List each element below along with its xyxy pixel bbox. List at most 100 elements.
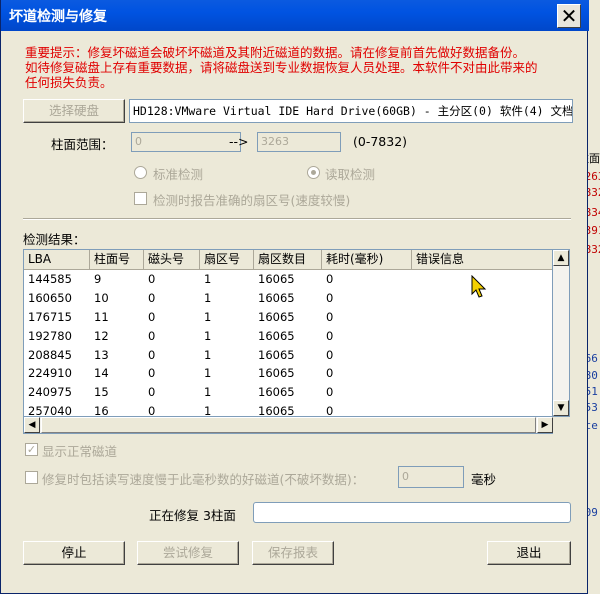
bad-sector-dialog: 坏道检测与修复 ✕ 重要提示：修复坏磁道会破坏坏磁道及其附近磁道的数据。请在修复… bbox=[0, 0, 589, 594]
horizontal-scroll-thumb[interactable] bbox=[41, 417, 536, 433]
table-cell: 0 bbox=[326, 272, 334, 286]
retry-repair-button[interactable]: 尝试修复 bbox=[137, 541, 239, 565]
table-cell: 1 bbox=[204, 385, 212, 400]
mouse-cursor-icon bbox=[471, 275, 487, 298]
table-cell: 1 bbox=[204, 290, 212, 305]
table-cell: 16065 bbox=[258, 404, 295, 417]
report-sector-label: 检测时报告准确的扇区号(速度较慢) bbox=[153, 193, 351, 208]
table-cell bbox=[412, 383, 552, 402]
table-cell: 0 bbox=[148, 309, 156, 324]
disk-info-field: HD128:VMware Virtual IDE Hard Drive(60GB… bbox=[129, 99, 573, 123]
table-row[interactable]: 192780 12 0 1 16065 0 bbox=[24, 327, 552, 346]
col-lba[interactable]: LBA bbox=[24, 250, 90, 270]
table-cell: 11 bbox=[94, 309, 109, 324]
table-cell: 16065 bbox=[258, 272, 295, 286]
report-sector-checkbox[interactable] bbox=[134, 192, 147, 205]
table-cell: 0 bbox=[326, 309, 334, 324]
window-title: 坏道检测与修复 bbox=[9, 9, 107, 25]
table-cell: 16065 bbox=[258, 328, 295, 343]
divider bbox=[23, 218, 571, 220]
table-cell: 0 bbox=[148, 404, 156, 417]
range-hint: (0-7832) bbox=[353, 134, 408, 149]
standard-check-label: 标准检测 bbox=[153, 167, 204, 182]
table-cell: 1 bbox=[204, 309, 212, 324]
show-normal-checkbox[interactable]: ✓ bbox=[25, 443, 38, 456]
save-report-button[interactable]: 保存报表 bbox=[252, 541, 334, 565]
table-row[interactable]: 240975 15 0 1 16065 0 bbox=[24, 383, 552, 402]
table-row[interactable]: 176715 11 0 1 16065 0 bbox=[24, 308, 552, 327]
stop-button[interactable]: 停止 bbox=[23, 541, 125, 565]
table-cell: 10 bbox=[94, 290, 109, 305]
table-cell: 0 bbox=[326, 347, 334, 362]
table-cell: 1 bbox=[204, 328, 212, 343]
repair-slow-label: 修复时包括读写速度慢于此毫秒数的好磁道(不破坏数据)： bbox=[42, 472, 365, 487]
table-cell: 16 bbox=[94, 404, 109, 417]
table-row[interactable]: 224910 14 0 1 16065 0 bbox=[24, 364, 552, 383]
table-cell: 0 bbox=[326, 366, 334, 381]
scroll-up-icon[interactable]: ▲ bbox=[553, 250, 569, 266]
range-to-input[interactable]: 3263 bbox=[257, 132, 341, 152]
table-row[interactable]: 257040 16 0 1 16065 0 bbox=[24, 402, 552, 417]
col-cylinder[interactable]: 柱面号 bbox=[90, 250, 144, 270]
vertical-scrollbar[interactable]: ▲ ▼ bbox=[553, 249, 570, 417]
warning-line-3: 任何损失负责。 bbox=[25, 75, 113, 90]
table-cell: 16065 bbox=[258, 385, 295, 400]
table-cell bbox=[412, 402, 552, 416]
table-cell: 224910 bbox=[28, 366, 72, 381]
table-cell bbox=[412, 346, 552, 365]
scroll-right-icon[interactable]: ▶ bbox=[537, 417, 553, 433]
scroll-down-icon[interactable]: ▼ bbox=[553, 400, 569, 416]
table-cell: 16065 bbox=[258, 366, 295, 381]
table-cell: 0 bbox=[148, 290, 156, 305]
close-icon: ✕ bbox=[560, 4, 578, 28]
table-cell: 1 bbox=[204, 366, 212, 381]
range-label: 柱面范围： bbox=[51, 137, 114, 152]
table-cell bbox=[412, 327, 552, 346]
ms-threshold-input[interactable]: 0 bbox=[398, 466, 464, 488]
table-cell: 14 bbox=[94, 366, 109, 381]
table-cell: 0 bbox=[326, 404, 334, 417]
table-cell: 176715 bbox=[28, 309, 72, 324]
table-cell bbox=[412, 308, 552, 327]
horizontal-scrollbar[interactable]: ◀ ▶ bbox=[23, 417, 553, 434]
table-cell: 9 bbox=[94, 272, 102, 286]
table-cell: 0 bbox=[148, 385, 156, 400]
show-normal-label: 显示正常磁道 bbox=[42, 444, 118, 459]
exit-button[interactable]: 退出 bbox=[487, 541, 571, 565]
table-cell: 1 bbox=[204, 404, 212, 417]
select-disk-button[interactable]: 选择硬盘 bbox=[23, 99, 125, 123]
range-from-input[interactable]: 0 bbox=[131, 132, 241, 152]
repair-slow-checkbox[interactable] bbox=[25, 471, 38, 484]
table-cell: 0 bbox=[148, 347, 156, 362]
title-bar[interactable]: 坏道检测与修复 ✕ bbox=[1, 0, 589, 31]
col-time[interactable]: 耗时(毫秒) bbox=[322, 250, 412, 270]
table-cell bbox=[412, 364, 552, 383]
table-cell: 144585 bbox=[28, 272, 72, 286]
table-cell: 1 bbox=[204, 347, 212, 362]
table-row[interactable]: 208845 13 0 1 16065 0 bbox=[24, 346, 552, 365]
table-cell: 192780 bbox=[28, 328, 72, 343]
range-arrow: --> bbox=[229, 134, 249, 149]
col-head[interactable]: 磁头号 bbox=[144, 250, 200, 270]
close-button[interactable]: ✕ bbox=[557, 4, 581, 28]
col-sector[interactable]: 扇区号 bbox=[200, 250, 254, 270]
scroll-left-icon[interactable]: ◀ bbox=[24, 417, 40, 433]
read-check-label: 读取检测 bbox=[325, 167, 376, 182]
disk-info-text: HD128:VMware Virtual IDE Hard Drive(60GB… bbox=[133, 104, 573, 118]
table-cell: 15 bbox=[94, 385, 109, 400]
read-check-radio[interactable] bbox=[307, 166, 320, 179]
table-cell: 160650 bbox=[28, 290, 72, 305]
col-sector-count[interactable]: 扇区数目 bbox=[254, 250, 322, 270]
standard-check-radio[interactable] bbox=[134, 166, 147, 179]
table-cell: 0 bbox=[148, 366, 156, 381]
table-cell: 208845 bbox=[28, 347, 72, 362]
table-cell: 0 bbox=[326, 385, 334, 400]
table-cell: 257040 bbox=[28, 404, 72, 417]
table-cell: 12 bbox=[94, 328, 109, 343]
results-header: LBA 柱面号 磁头号 扇区号 扇区数目 耗时(毫秒) 错误信息 bbox=[24, 250, 552, 270]
progress-bar bbox=[253, 502, 571, 523]
status-text: 正在修复 3柱面 bbox=[149, 508, 236, 523]
col-error[interactable]: 错误信息 bbox=[412, 250, 552, 270]
scroll-corner bbox=[553, 417, 570, 434]
table-cell: 1 bbox=[204, 272, 212, 286]
